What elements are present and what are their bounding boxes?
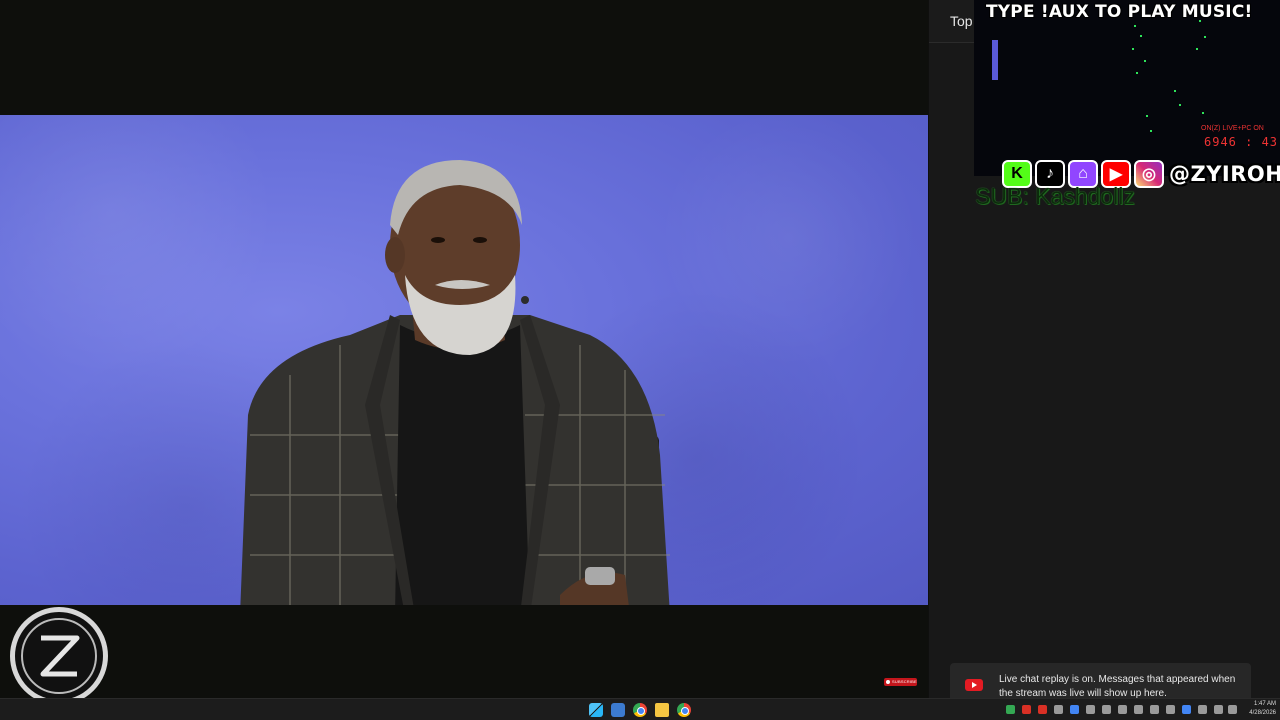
chrome-icon[interactable] (633, 703, 647, 717)
city-light (1132, 48, 1134, 50)
city-light (1150, 130, 1152, 132)
tray-app-icon[interactable] (1070, 705, 1079, 714)
tray-app-icon[interactable] (1038, 705, 1047, 714)
tray-app-icon[interactable] (1166, 705, 1175, 714)
file-explorer-icon[interactable] (655, 703, 669, 717)
city-light (1174, 90, 1176, 92)
chrome-icon[interactable] (677, 703, 691, 717)
z-logo-icon (40, 635, 80, 677)
clock-date: 4/28/2026 (1249, 710, 1276, 716)
city-light (1196, 48, 1198, 50)
overlay-timer: 6946 : 43 : 41 (1204, 135, 1280, 149)
tray-app-icon[interactable] (1006, 705, 1015, 714)
windows-taskbar: 1:47 AM 4/28/2026 (0, 698, 1280, 720)
subscribe-badge[interactable]: SUBSCRIBE (884, 678, 917, 686)
tray-app-icon[interactable] (1134, 705, 1143, 714)
city-light (1204, 36, 1206, 38)
sub-alert-text: SUB: Kashdollz (975, 183, 1135, 209)
video-frame[interactable] (0, 115, 928, 605)
tray-app-icon[interactable] (1102, 705, 1111, 714)
subscribe-label: SUBSCRIBE (892, 679, 917, 684)
tray-app-icon[interactable] (1150, 705, 1159, 714)
overlay-title: TYPE !AUX TO PLAY MUSIC! (986, 2, 1253, 22)
chat-replay-message: Live chat replay is on. Messages that ap… (999, 674, 1236, 698)
subscribe-dot-icon (886, 680, 890, 684)
tray-app-icon[interactable] (1086, 705, 1095, 714)
desktop-screen: SUBSCRIBE Top TYPE !AUX TO PLAY MUSIC! O… (0, 0, 1280, 720)
clock-time: 1:47 AM (1253, 701, 1276, 707)
city-light (1202, 112, 1204, 114)
city-light (1144, 60, 1146, 62)
monitor-glow (992, 40, 998, 80)
video-player[interactable]: SUBSCRIBE (0, 0, 928, 705)
interviewee-figure (240, 160, 670, 605)
channel-logo[interactable] (10, 607, 108, 705)
tray-app-icon[interactable] (1054, 705, 1063, 714)
task-view-icon[interactable] (611, 703, 625, 717)
chat-replay-banner: Live chat replay is on. Messages that ap… (950, 663, 1251, 698)
city-light (1179, 104, 1181, 106)
top-chat-tab[interactable]: Top (950, 13, 973, 29)
taskbar-clock[interactable]: 1:47 AM 4/28/2026 (1240, 700, 1276, 718)
youtube-icon (965, 679, 983, 691)
social-handle: @ZYIROH (1169, 162, 1280, 186)
instagram-icon: ◎ (1134, 160, 1164, 188)
city-light (1134, 25, 1136, 27)
notification-icon[interactable] (1228, 705, 1237, 714)
tray-app-icon[interactable] (1118, 705, 1127, 714)
volume-icon[interactable] (1198, 705, 1207, 714)
bluetooth-icon[interactable] (1182, 705, 1191, 714)
city-light (1140, 35, 1142, 37)
overlay-status: ON(Z) LIVE+PC ON (1201, 125, 1264, 132)
network-icon[interactable] (1214, 705, 1223, 714)
city-light (1146, 115, 1148, 117)
city-light (1136, 72, 1138, 74)
streamer-webcam-overlay (974, 0, 1280, 176)
tray-app-icon[interactable] (1022, 705, 1031, 714)
start-menu-icon[interactable] (589, 703, 603, 717)
